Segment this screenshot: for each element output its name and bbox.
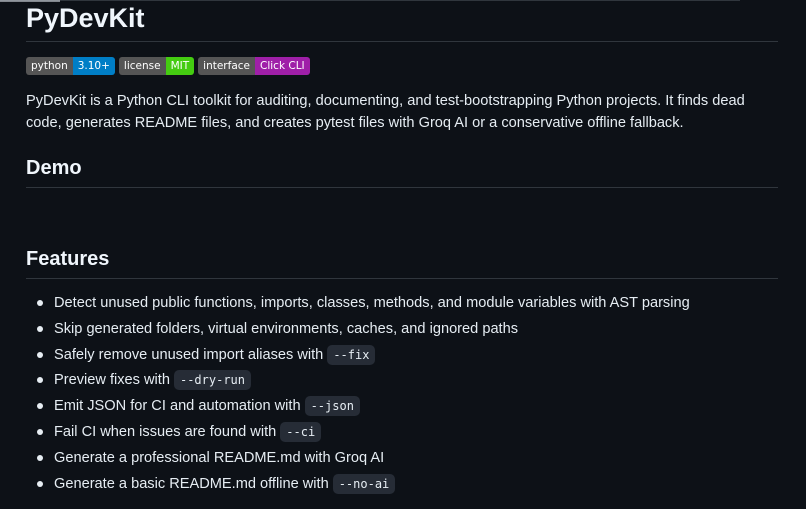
bullet-icon <box>37 428 43 435</box>
bullet-icon <box>37 403 43 410</box>
readme-content: PyDevKit python 3.10+ license MIT interf… <box>26 0 778 499</box>
inline-code: --json <box>304 396 360 417</box>
bullet-icon <box>37 300 43 306</box>
list-item: Skip generated folders, virtual environm… <box>26 319 778 345</box>
bullet-icon <box>37 325 43 332</box>
features-heading: Features <box>26 245 778 279</box>
bullet-icon <box>37 377 43 384</box>
list-item: Fail CI when issues are found with --ci <box>26 421 778 448</box>
list-item: Preview fixes with --dry-run <box>26 370 778 396</box>
inline-code: --no-ai <box>332 473 396 494</box>
readme-title: PyDevKit <box>26 0 778 42</box>
badge-row: python 3.10+ license MIT interface Click… <box>26 57 778 75</box>
bullet-icon <box>37 480 43 487</box>
list-item: Emit JSON for CI and automation with --js… <box>26 396 778 422</box>
list-item: Safely remove unused import aliases with… <box>26 344 778 371</box>
list-item: Generate a basic README.md offline with -… <box>26 473 778 500</box>
inline-code: --fix <box>327 344 376 365</box>
intro-paragraph: PyDevKit is a Python CLI toolkit for aud… <box>26 93 745 131</box>
interface-badge[interactable]: interface Click CLI <box>198 57 310 75</box>
badge-label: license <box>118 57 166 75</box>
badge-label: python <box>26 57 73 75</box>
python-version-badge[interactable]: python 3.10+ <box>26 57 115 75</box>
badge-value: 3.10+ <box>72 57 115 75</box>
demo-heading: Demo <box>26 154 778 188</box>
feature-text: Preview fixes with <box>54 372 170 389</box>
feature-text: Detect unused public functions, imports,… <box>54 295 690 311</box>
bullet-icon <box>37 454 43 461</box>
badge-label: interface <box>198 57 255 75</box>
list-item: Generate a professional README.md with G… <box>26 448 778 474</box>
badge-value: MIT <box>165 57 195 75</box>
inline-code: --dry-run <box>173 370 252 391</box>
features-list: Detect unused public functions, imports,… <box>26 293 778 499</box>
feature-text: Fail CI when issues are found with <box>54 423 277 440</box>
feature-text: Generate a professional README.md with G… <box>54 449 385 466</box>
feature-text: Safely remove unused import aliases with <box>54 346 324 363</box>
list-item: Detect unused public functions, imports,… <box>26 293 778 319</box>
license-badge[interactable]: license MIT <box>118 57 195 75</box>
badge-value: Click CLI <box>255 57 310 75</box>
bullet-icon <box>37 351 43 358</box>
inline-code: --ci <box>280 421 322 442</box>
feature-text: Generate a basic README.md offline with <box>54 475 329 492</box>
feature-text: Emit JSON for CI and automation with <box>54 398 301 415</box>
feature-text: Skip generated folders, virtual environm… <box>54 320 519 337</box>
